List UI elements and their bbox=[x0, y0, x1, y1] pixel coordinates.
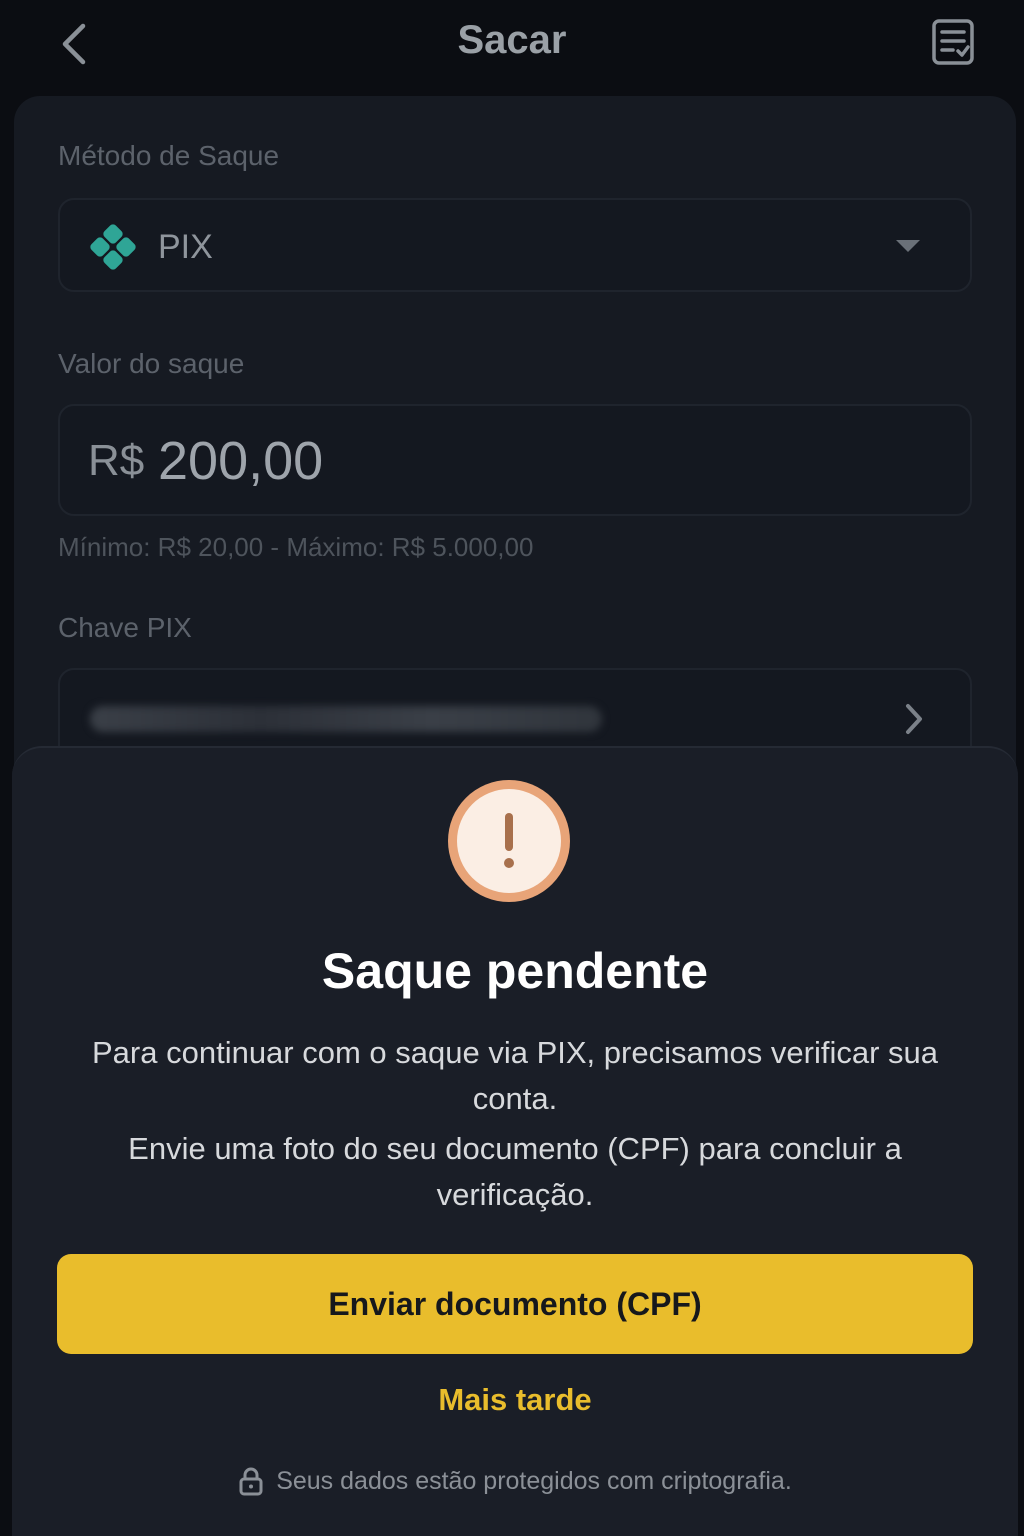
later-button[interactable]: Mais tarde bbox=[12, 1382, 1018, 1418]
method-value: PIX bbox=[158, 228, 213, 266]
sheet-message-2: Envie uma foto do seu documento (CPF) pa… bbox=[128, 1131, 902, 1212]
history-button[interactable] bbox=[930, 16, 978, 68]
pix-icon bbox=[90, 224, 136, 270]
method-select[interactable]: PIX bbox=[58, 198, 972, 292]
method-label: Método de Saque bbox=[58, 140, 280, 171]
header: Sacar bbox=[0, 0, 1024, 92]
exclamation-icon bbox=[448, 780, 570, 902]
pix-key-value-redacted bbox=[90, 706, 602, 732]
withdraw-form: Método de Saque PIX Valor do saque R$ 20… bbox=[14, 96, 1016, 856]
security-text: Seus dados estão protegidos com criptogr… bbox=[276, 1466, 792, 1495]
chevron-right-icon bbox=[906, 704, 922, 734]
amount-value[interactable]: 200,00 bbox=[158, 430, 323, 492]
amount-field[interactable]: R$ 200,00 bbox=[58, 404, 972, 516]
document-list-icon bbox=[932, 19, 974, 65]
chevron-down-icon bbox=[896, 240, 920, 252]
send-document-button[interactable]: Enviar documento (CPF) bbox=[57, 1254, 973, 1354]
pending-withdrawal-sheet: Saque pendente Para continuar com o saqu… bbox=[12, 746, 1018, 1536]
pix-key-label: Chave PIX bbox=[58, 612, 192, 643]
sheet-title: Saque pendente bbox=[321, 943, 709, 999]
withdraw-screen: Sacar Método de Saque PIX Valor do saque… bbox=[0, 0, 1024, 1536]
security-note: Seus dados estão protegidos com criptogr… bbox=[12, 1466, 1018, 1496]
page-title: Sacar bbox=[457, 18, 567, 62]
currency-symbol: R$ bbox=[88, 436, 145, 485]
sheet-message-1: Para continuar com o saque via PIX, prec… bbox=[92, 1035, 938, 1116]
amount-label: Valor do saque bbox=[58, 348, 245, 379]
lock-icon bbox=[239, 1467, 263, 1496]
amount-limits: Mínimo: R$ 20,00 - Máximo: R$ 5.000,00 bbox=[58, 532, 534, 562]
